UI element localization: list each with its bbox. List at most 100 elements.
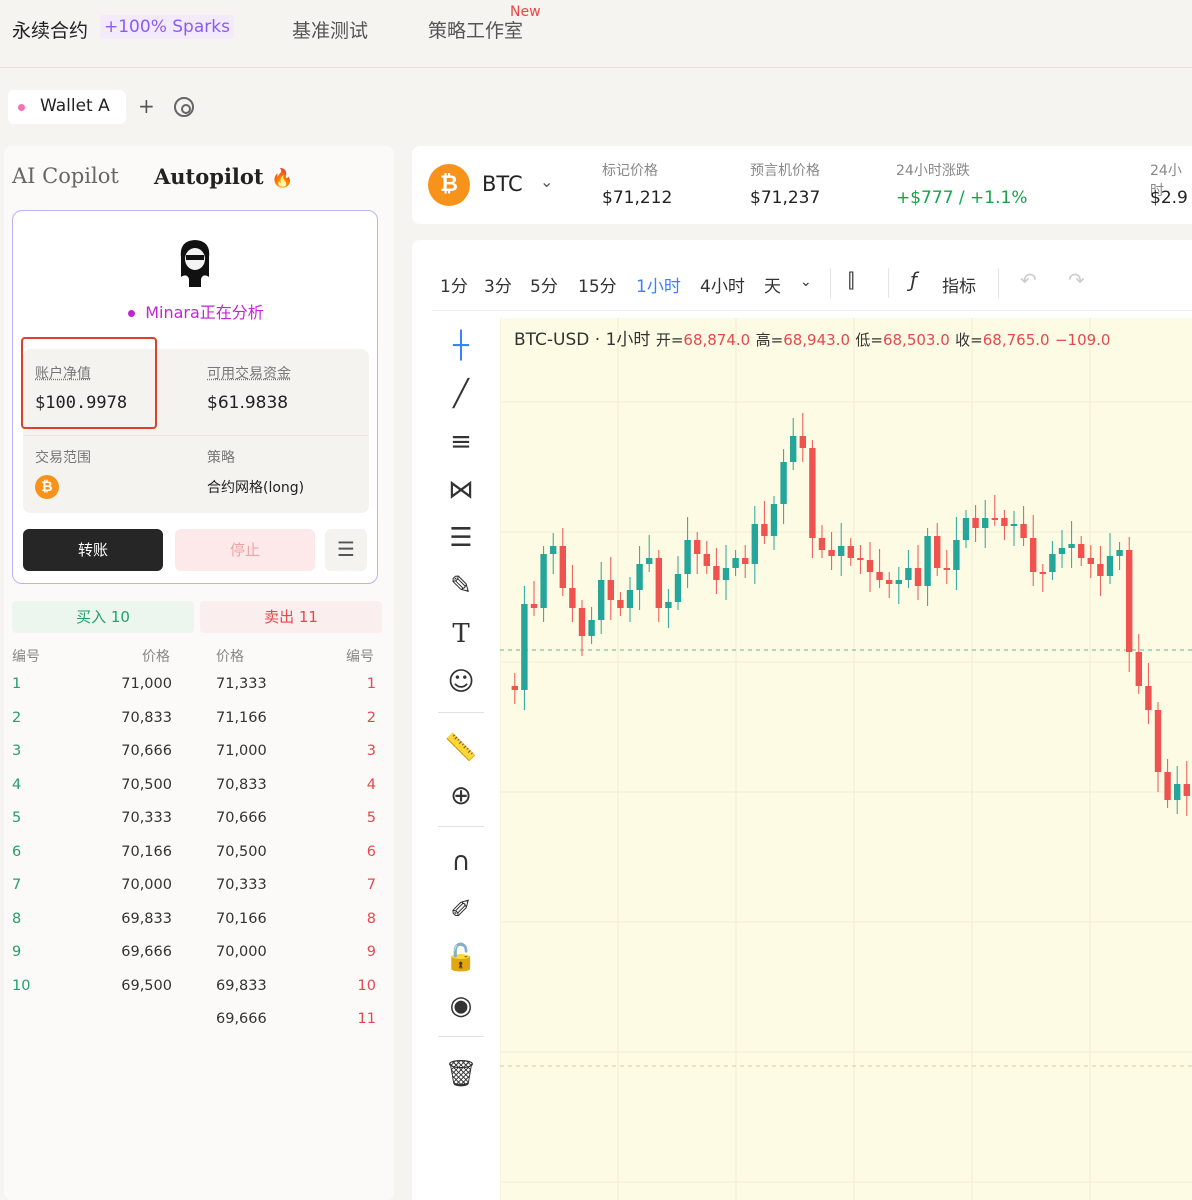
candle-body: [1154, 710, 1162, 772]
orderbook-row: 2 70,833 71,166 2: [4, 710, 394, 743]
tab-ai-copilot[interactable]: AI Copilot: [12, 164, 119, 188]
col-bid-no: 编号: [12, 649, 40, 665]
trash-icon[interactable]: 🗑: [438, 1054, 484, 1094]
candle-body: [578, 608, 586, 636]
col-bid-price: 价格: [142, 649, 170, 665]
candle-body: [521, 604, 528, 690]
tf-5m[interactable]: 5分: [530, 272, 558, 297]
orderbook-row: 10 69,500 69,833 10: [4, 978, 394, 1011]
pattern-icon[interactable]: ⋈: [438, 470, 484, 510]
candle-body: [1183, 784, 1190, 796]
tf-1m[interactable]: 1分: [440, 272, 468, 297]
tf-15m[interactable]: 15分: [578, 272, 617, 297]
add-wallet-button[interactable]: +: [138, 94, 155, 118]
ask-price: 71,166: [216, 709, 267, 726]
tf-3m[interactable]: 3分: [484, 272, 512, 297]
toolbar-separator: [438, 712, 484, 713]
drawing-toolbar: ┼ ╱ ≡ ⋈ ☰ ✎ T ☺ 📏 ⊕ ∩ ✐ 🔓 ◉ 🗑: [438, 320, 484, 1200]
orderbook-row: 7 70,000 70,333 7: [4, 877, 394, 910]
candlestick-svg: [500, 318, 1192, 1200]
bid-number: 8: [12, 910, 22, 927]
col-ask-no: 编号: [346, 649, 374, 665]
bid-number: 2: [12, 709, 22, 726]
nav-benchmark[interactable]: 基准测试: [292, 16, 368, 43]
brush-icon[interactable]: ✎: [438, 566, 484, 606]
fib-retracement-icon[interactable]: ☰: [438, 518, 484, 558]
crosshair-icon[interactable]: ┼: [438, 326, 484, 366]
orderbook-row: 3 70,666 71,000 3: [4, 743, 394, 776]
status-dot: [128, 310, 136, 317]
candle-body: [1087, 558, 1094, 564]
candle-body: [838, 546, 845, 556]
ask-number: 4: [366, 776, 376, 793]
candle-body: [732, 558, 739, 568]
transfer-button[interactable]: 转账: [23, 529, 163, 571]
candle-body: [722, 568, 730, 580]
wallet-name: Wallet A: [40, 96, 110, 116]
ask-number: 1: [366, 676, 376, 692]
new-badge: New: [510, 4, 541, 20]
symbol-selector[interactable]: BTC: [482, 172, 523, 196]
function-icon[interactable]: ƒ: [910, 268, 917, 292]
candle-body: [550, 546, 557, 554]
oracle-price-label: 预言机价格: [750, 163, 820, 179]
bitcoin-icon: ₿: [428, 164, 470, 206]
horizontal-lines-icon[interactable]: ≡: [438, 422, 484, 462]
wallet-tab[interactable]: Wallet A: [8, 90, 126, 124]
chevron-down-icon[interactable]: ⌄: [540, 172, 553, 191]
legend-high: 68,943.0: [783, 331, 850, 349]
nav-perpetual[interactable]: 永续合约: [12, 16, 88, 43]
lock-drawing-icon[interactable]: ✐: [438, 890, 484, 930]
sparks-badge: +100% Sparks: [100, 15, 234, 39]
ask-price: 71,333: [216, 676, 267, 692]
sliders-icon[interactable]: ☰: [325, 529, 367, 571]
tab-autopilot[interactable]: Autopilot 🔥: [154, 164, 293, 189]
bid-price: 69,500: [121, 977, 172, 994]
ask-price: 69,833: [216, 977, 267, 994]
ask-number: 10: [357, 977, 376, 994]
bid-price: 71,000: [121, 676, 172, 692]
candle-body: [1145, 686, 1152, 710]
trend-line-icon[interactable]: ╱: [438, 374, 484, 414]
bid-price: 70,333: [121, 810, 172, 826]
ask-number: 8: [366, 910, 376, 927]
indicators-button[interactable]: 指标: [942, 272, 976, 297]
ruler-icon[interactable]: 📏: [438, 728, 484, 768]
chevron-down-icon[interactable]: ⌄: [800, 274, 812, 290]
candle-body: [1078, 544, 1085, 558]
orderbook-row: 69,666 11: [4, 1011, 394, 1044]
candle-body: [1010, 524, 1018, 526]
volume-24h-value: $2.9: [1150, 188, 1188, 208]
stop-button[interactable]: 停止: [175, 529, 315, 571]
candlestick-type-icon[interactable]: ⫿: [848, 268, 854, 292]
buy-orders-header[interactable]: 买入 10: [12, 601, 194, 633]
candle-body: [847, 546, 854, 558]
tf-1h[interactable]: 1小时: [636, 272, 681, 297]
autopilot-panel: AI Copilot Autopilot 🔥 Minara正在分析 账户净值 $…: [4, 146, 394, 1200]
candle-body: [876, 572, 883, 580]
candle-body: [713, 566, 720, 580]
settings-icon[interactable]: [174, 97, 194, 117]
candle-body: [1106, 556, 1114, 576]
price-chart[interactable]: [500, 318, 1192, 1200]
text-icon[interactable]: T: [438, 614, 484, 654]
candle-body: [588, 620, 595, 636]
unlock-icon[interactable]: 🔓: [438, 938, 484, 978]
agent-avatar: [180, 240, 210, 287]
emoji-icon[interactable]: ☺: [438, 662, 484, 702]
bid-price: 70,833: [121, 709, 172, 726]
tf-4h[interactable]: 4小时: [700, 272, 745, 297]
zoom-in-icon[interactable]: ⊕: [438, 776, 484, 816]
sell-orders-header[interactable]: 卖出 11: [200, 601, 382, 633]
equity-value: $100.9978: [35, 393, 128, 413]
eye-icon[interactable]: ◉: [438, 986, 484, 1026]
magnet-icon[interactable]: ∩: [438, 842, 484, 882]
tf-1d[interactable]: 天: [764, 272, 781, 297]
nav-strategy-studio[interactable]: 策略工作室: [428, 16, 523, 43]
candle-body: [790, 436, 797, 462]
trade-range-label: 交易范围: [35, 450, 91, 466]
legend-low: 68,503.0: [882, 331, 950, 349]
candle-body: [1126, 550, 1133, 652]
undo-icon[interactable]: ↶: [1020, 268, 1037, 292]
redo-icon[interactable]: ↷: [1068, 268, 1085, 292]
